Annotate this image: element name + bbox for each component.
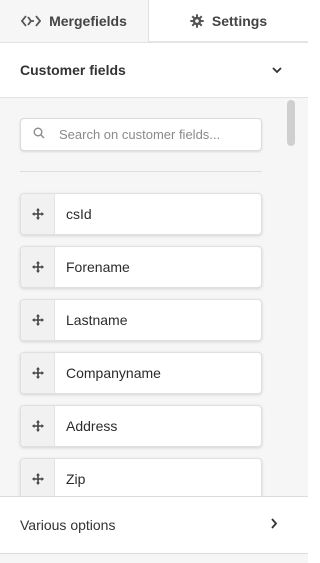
drag-handle-icon[interactable] <box>21 300 55 340</box>
gear-icon <box>190 13 204 28</box>
drag-handle-icon[interactable] <box>21 459 55 496</box>
search-field[interactable] <box>20 118 262 151</box>
customer-fields-title: Customer fields <box>20 62 126 78</box>
field-label: Address <box>66 418 118 434</box>
drag-handle-icon[interactable] <box>21 247 55 287</box>
field-list: csId Forename Lastname Companyname Addre… <box>20 193 262 496</box>
field-item-zip[interactable]: Zip <box>20 458 262 496</box>
tab-settings[interactable]: Settings <box>149 0 308 42</box>
field-label: Zip <box>66 471 86 487</box>
search-icon <box>33 126 45 144</box>
footer-strip <box>0 554 308 563</box>
various-options-header[interactable]: Various options <box>0 496 308 554</box>
drag-handle-icon[interactable] <box>21 406 55 446</box>
tab-mergefields[interactable]: Mergefields <box>0 0 149 42</box>
tab-settings-label: Settings <box>211 12 268 29</box>
tab-bar: Mergefields Settings <box>0 0 308 42</box>
customer-fields-header[interactable]: Customer fields <box>0 42 308 98</box>
chevron-right-icon[interactable] <box>270 516 278 534</box>
drag-handle-icon[interactable] <box>21 194 55 234</box>
field-label: Lastname <box>66 312 128 328</box>
field-item-lastname[interactable]: Lastname <box>20 299 262 341</box>
chevron-down-icon[interactable] <box>272 61 282 79</box>
field-item-address[interactable]: Address <box>20 405 262 447</box>
field-label: Companyname <box>66 365 161 381</box>
field-label: csId <box>66 206 92 222</box>
field-item-forename[interactable]: Forename <box>20 246 262 288</box>
code-icon <box>21 14 42 28</box>
field-item-csid[interactable]: csId <box>20 193 262 235</box>
customer-fields-panel: csId Forename Lastname Companyname Addre… <box>0 98 308 496</box>
drag-handle-icon[interactable] <box>21 353 55 393</box>
search-input[interactable] <box>59 127 249 142</box>
field-label: Forename <box>66 259 130 275</box>
scrollbar-thumb[interactable] <box>287 100 295 146</box>
various-options-title: Various options <box>20 517 116 533</box>
field-item-companyname[interactable]: Companyname <box>20 352 262 394</box>
tab-mergefields-label: Mergefields <box>49 13 127 29</box>
divider <box>20 171 262 172</box>
